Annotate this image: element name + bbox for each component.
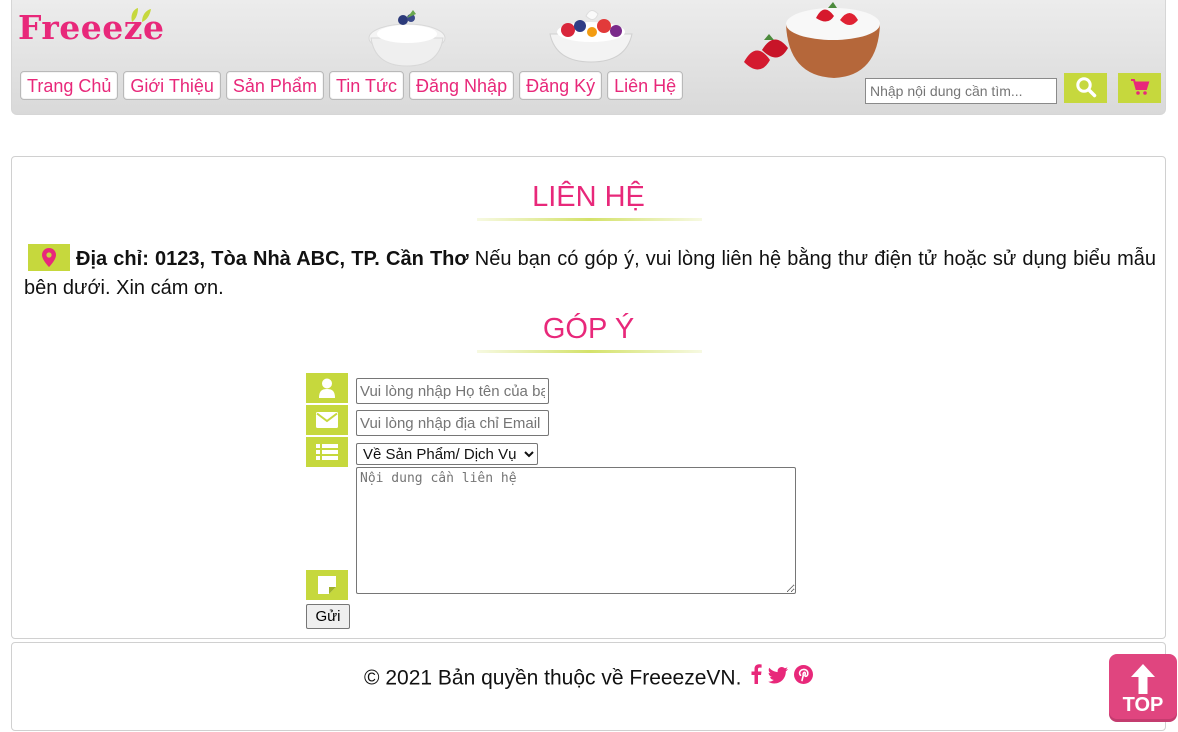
- nav-item-news[interactable]: Tin Tức: [328, 71, 405, 100]
- feedback-title: GÓP Ý: [542, 313, 635, 345]
- facebook-icon[interactable]: [751, 664, 762, 684]
- site-header: Freeeze Trang Chủ Giới Thiệu Sản Phẩm Ti…: [11, 0, 1166, 115]
- back-to-top-label: TOP: [1122, 694, 1164, 716]
- topic-select[interactable]: Về Sản Phẩm/ Dịch Vụ: [356, 443, 538, 465]
- contact-panel: LIÊN HỆ Địa chỉ: 0123, Tòa Nhà ABC, TP. …: [11, 156, 1166, 639]
- main-nav: Trang Chủ Giới Thiệu Sản Phẩm Tin Tức Đă…: [20, 71, 688, 100]
- message-textarea[interactable]: [356, 467, 796, 594]
- copyright-text: © 2021 Bản quyền thuộc về FreeezeVN.: [364, 666, 742, 690]
- arrow-up-icon: [1131, 664, 1155, 694]
- site-logo[interactable]: Freeeze: [18, 8, 164, 47]
- search-input[interactable]: [865, 78, 1057, 104]
- name-field[interactable]: [356, 378, 549, 404]
- copyright-line: © 2021 Bản quyền thuộc về FreeezeVN.: [12, 664, 1165, 692]
- name-icon-box: [306, 373, 348, 403]
- email-field[interactable]: [356, 410, 549, 436]
- map-marker-icon: [42, 248, 56, 268]
- address-paragraph: Địa chỉ: 0123, Tòa Nhà ABC, TP. Cần Thơ …: [24, 244, 1156, 303]
- yogurt-bowl-image: [368, 10, 446, 67]
- email-icon-box: [306, 405, 348, 435]
- nav-item-about[interactable]: Giới Thiệu: [123, 71, 221, 100]
- cart-button[interactable]: [1118, 73, 1161, 103]
- title-underline: [477, 218, 702, 221]
- strawberry-bowl-image: [744, 2, 880, 78]
- submit-button[interactable]: Gửi: [306, 604, 350, 629]
- nav-item-products[interactable]: Sản Phẩm: [225, 71, 324, 100]
- search-button[interactable]: [1064, 73, 1107, 103]
- nav-item-contact[interactable]: Liên Hệ: [607, 71, 684, 100]
- search-icon: [1075, 76, 1096, 97]
- address-icon-box: [28, 244, 70, 272]
- social-links: [751, 664, 813, 690]
- twitter-icon[interactable]: [768, 667, 789, 684]
- nav-item-register[interactable]: Đăng Ký: [519, 71, 603, 100]
- pinterest-icon[interactable]: [793, 665, 813, 684]
- cart-icon: [1130, 78, 1149, 95]
- title-underline: [477, 350, 702, 353]
- contact-title: LIÊN HỆ: [532, 181, 645, 213]
- nav-item-home[interactable]: Trang Chủ: [20, 71, 119, 100]
- nav-item-login[interactable]: Đăng Nhập: [409, 71, 515, 100]
- list-icon: [316, 444, 338, 460]
- topic-icon-box: [306, 437, 348, 467]
- site-footer: © 2021 Bản quyền thuộc về FreeezeVN.: [11, 642, 1166, 731]
- envelope-icon: [316, 412, 338, 428]
- message-icon-box: [306, 570, 348, 600]
- address-text-bold: Địa chỉ: 0123, Tòa Nhà ABC, TP. Cần Thơ: [76, 248, 469, 270]
- leaf-icon: [131, 8, 151, 22]
- note-icon: [318, 576, 336, 594]
- fruit-bowl-image: [549, 10, 633, 63]
- back-to-top-button[interactable]: TOP: [1109, 654, 1177, 722]
- user-icon: [319, 378, 335, 398]
